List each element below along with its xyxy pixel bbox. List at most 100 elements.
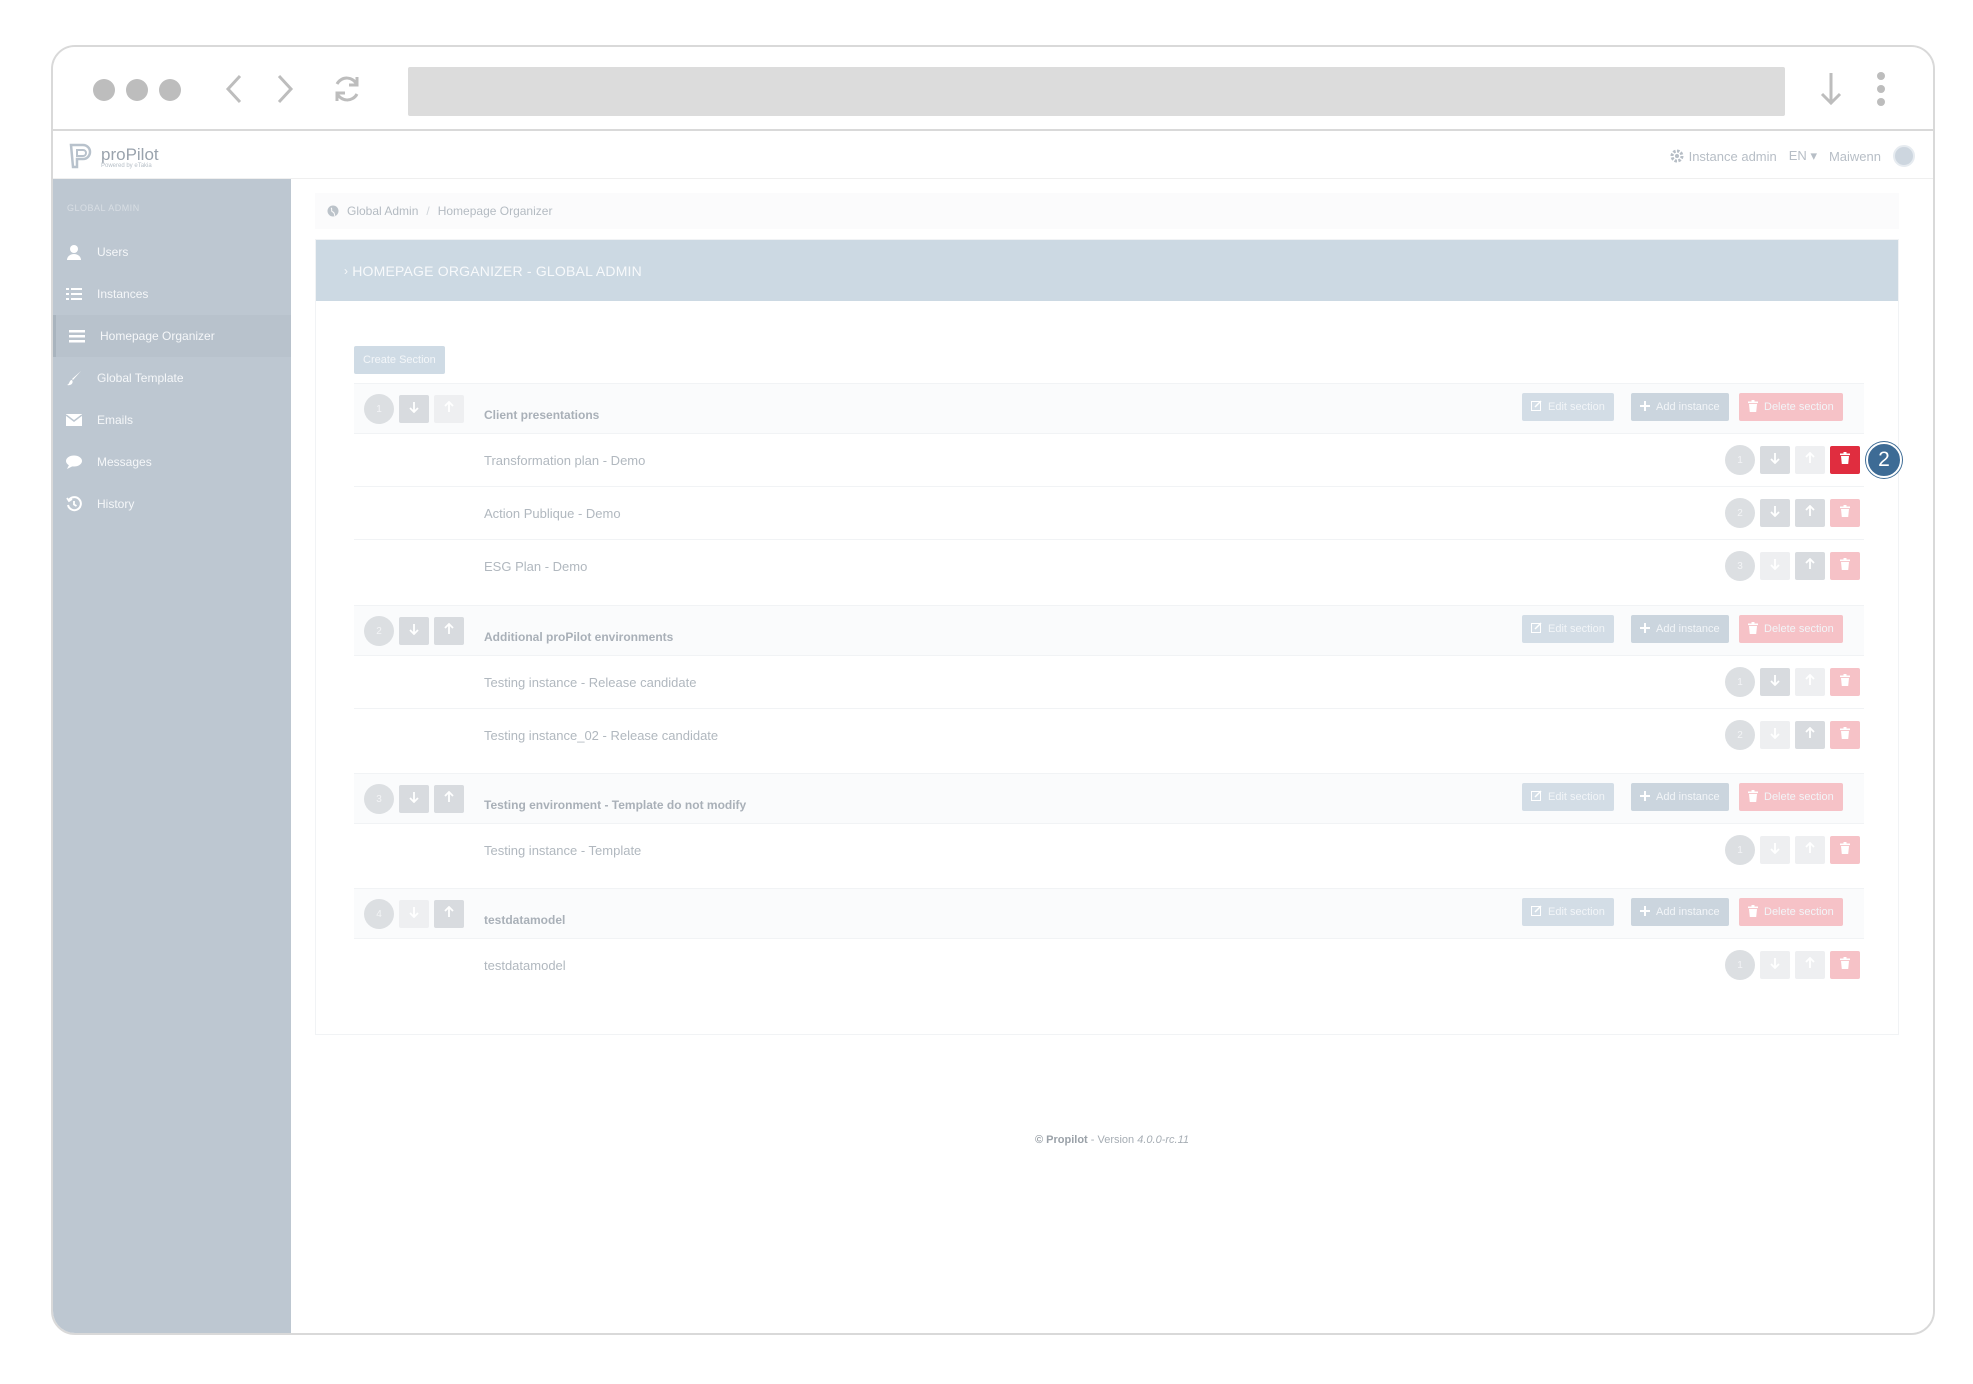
edit-section-button[interactable]: Edit section xyxy=(1522,615,1614,643)
move-down-button[interactable] xyxy=(399,395,429,423)
move-up-button[interactable] xyxy=(1795,951,1825,979)
arrow-up-icon xyxy=(444,622,454,640)
create-section-button[interactable]: Create Section xyxy=(354,346,445,374)
app: proPilot Powered by eTakia Instance admi… xyxy=(53,133,1933,1333)
section-block: 1 Client presentations Edit section Add ins… xyxy=(354,383,1902,592)
gear-icon xyxy=(1670,149,1684,163)
edit-section-button[interactable]: Edit section xyxy=(1522,783,1614,811)
forward-icon[interactable] xyxy=(265,69,305,109)
add-instance-button[interactable]: Add instance xyxy=(1631,615,1729,643)
add-instance-button[interactable]: Add instance xyxy=(1631,898,1729,926)
plus-icon xyxy=(1640,400,1650,414)
delete-section-button[interactable]: Delete section xyxy=(1739,393,1843,421)
address-bar[interactable] xyxy=(408,67,1785,116)
move-up-button[interactable] xyxy=(434,785,464,813)
add-instance-button[interactable]: Add instance xyxy=(1631,783,1729,811)
move-up-button[interactable] xyxy=(1795,668,1825,696)
section-title: Additional proPilot environments xyxy=(484,630,674,644)
edit-section-button[interactable]: Edit section xyxy=(1522,898,1614,926)
arrow-down-icon xyxy=(1770,673,1780,691)
trash-icon xyxy=(1840,557,1850,575)
sidebar-item-users[interactable]: Users xyxy=(53,231,291,273)
sidebar-item-label: Emails xyxy=(97,413,134,427)
sidebar-item-global-template[interactable]: Global Template xyxy=(53,357,291,399)
reload-icon[interactable] xyxy=(327,69,367,109)
sidebar-item-homepage-organizer[interactable]: Homepage Organizer xyxy=(53,315,291,357)
arrow-down-icon xyxy=(409,622,419,640)
logo[interactable]: proPilot Powered by eTakia xyxy=(67,141,159,169)
move-down-button[interactable] xyxy=(1760,951,1790,979)
instance-admin-link[interactable]: Instance admin xyxy=(1669,148,1777,164)
move-up-button[interactable] xyxy=(1795,836,1825,864)
move-up-button[interactable] xyxy=(434,900,464,928)
add-instance-label: Add instance xyxy=(1656,906,1720,918)
arrow-up-icon xyxy=(1805,557,1815,575)
edit-section-label: Edit section xyxy=(1548,906,1605,918)
user-name[interactable]: Maiwenn xyxy=(1829,149,1881,164)
sidebar-item-emails[interactable]: Emails xyxy=(53,399,291,441)
move-down-button[interactable] xyxy=(1760,721,1790,749)
move-down-button[interactable] xyxy=(1760,668,1790,696)
delete-section-button[interactable]: Delete section xyxy=(1739,783,1843,811)
move-up-button[interactable] xyxy=(1795,721,1825,749)
delete-instance-button[interactable] xyxy=(1830,668,1860,696)
move-down-button[interactable] xyxy=(1760,552,1790,580)
browser-toolbar xyxy=(53,47,1933,131)
more-icon[interactable] xyxy=(1861,69,1901,109)
delete-section-button[interactable]: Delete section xyxy=(1739,898,1843,926)
instance-row: testdatamodel 1 xyxy=(354,938,1864,991)
instance-row: Action Publique - Demo 2 xyxy=(354,486,1864,539)
delete-instance-button[interactable] xyxy=(1830,499,1860,527)
move-up-button[interactable] xyxy=(434,617,464,645)
back-icon[interactable] xyxy=(214,69,254,109)
section-order-badge: 1 xyxy=(364,394,394,424)
section-block: 3 Testing environment - Template do not m… xyxy=(354,773,1864,876)
instance-order-badge: 1 xyxy=(1725,950,1755,980)
move-down-button[interactable] xyxy=(399,900,429,928)
move-down-button[interactable] xyxy=(399,617,429,645)
sidebar-item-label: Instances xyxy=(97,287,149,301)
move-up-button[interactable] xyxy=(434,395,464,423)
edit-section-label: Edit section xyxy=(1548,623,1605,635)
arrow-down-icon xyxy=(1770,956,1780,974)
delete-instance-button[interactable] xyxy=(1830,552,1860,580)
delete-instance-button[interactable] xyxy=(1830,721,1860,749)
plus-icon xyxy=(1640,622,1650,636)
edit-section-label: Edit section xyxy=(1548,401,1605,413)
move-up-button[interactable] xyxy=(1795,499,1825,527)
add-instance-button[interactable]: Add instance xyxy=(1631,393,1729,421)
arrow-down-icon xyxy=(409,790,419,808)
instance-name: Testing instance_02 - Release candidate xyxy=(484,728,719,743)
move-down-button[interactable] xyxy=(1760,499,1790,527)
move-down-button[interactable] xyxy=(1760,836,1790,864)
arrow-up-icon xyxy=(1805,956,1815,974)
language-dropdown[interactable]: EN ▾ xyxy=(1789,148,1817,164)
move-down-button[interactable] xyxy=(1760,446,1790,474)
avatar[interactable] xyxy=(1893,145,1915,167)
section-title: Testing environment - Template do not mo… xyxy=(484,798,747,812)
trash-icon xyxy=(1748,789,1758,805)
app-topbar: proPilot Powered by eTakia Instance admi… xyxy=(53,133,1933,179)
delete-instance-button[interactable] xyxy=(1830,951,1860,979)
instance-name: Testing instance - Template xyxy=(484,843,642,858)
chevron-right-icon: › xyxy=(344,263,349,278)
move-up-button[interactable] xyxy=(1795,552,1825,580)
sidebar-item-history[interactable]: History xyxy=(53,483,291,525)
trash-icon xyxy=(1840,504,1850,522)
arrow-down-icon xyxy=(409,400,419,418)
move-down-button[interactable] xyxy=(399,785,429,813)
trash-icon xyxy=(1748,621,1758,637)
delete-section-button[interactable]: Delete section xyxy=(1739,615,1843,643)
edit-section-button[interactable]: Edit section xyxy=(1522,393,1614,421)
delete-instance-button[interactable] xyxy=(1830,446,1860,474)
sidebar-item-instances[interactable]: Instances xyxy=(53,273,291,315)
instance-order-badge: 2 xyxy=(1725,720,1755,750)
delete-section-label: Delete section xyxy=(1764,401,1834,413)
move-up-button[interactable] xyxy=(1795,446,1825,474)
delete-instance-button[interactable] xyxy=(1830,836,1860,864)
download-icon[interactable] xyxy=(1811,69,1851,109)
breadcrumb-item-global-admin[interactable]: Global Admin xyxy=(347,204,418,218)
envelope-icon xyxy=(65,411,83,429)
section-block: 4 testdatamodel Edit section Add instance De… xyxy=(354,888,1864,991)
sidebar-item-messages[interactable]: Messages xyxy=(53,441,291,483)
